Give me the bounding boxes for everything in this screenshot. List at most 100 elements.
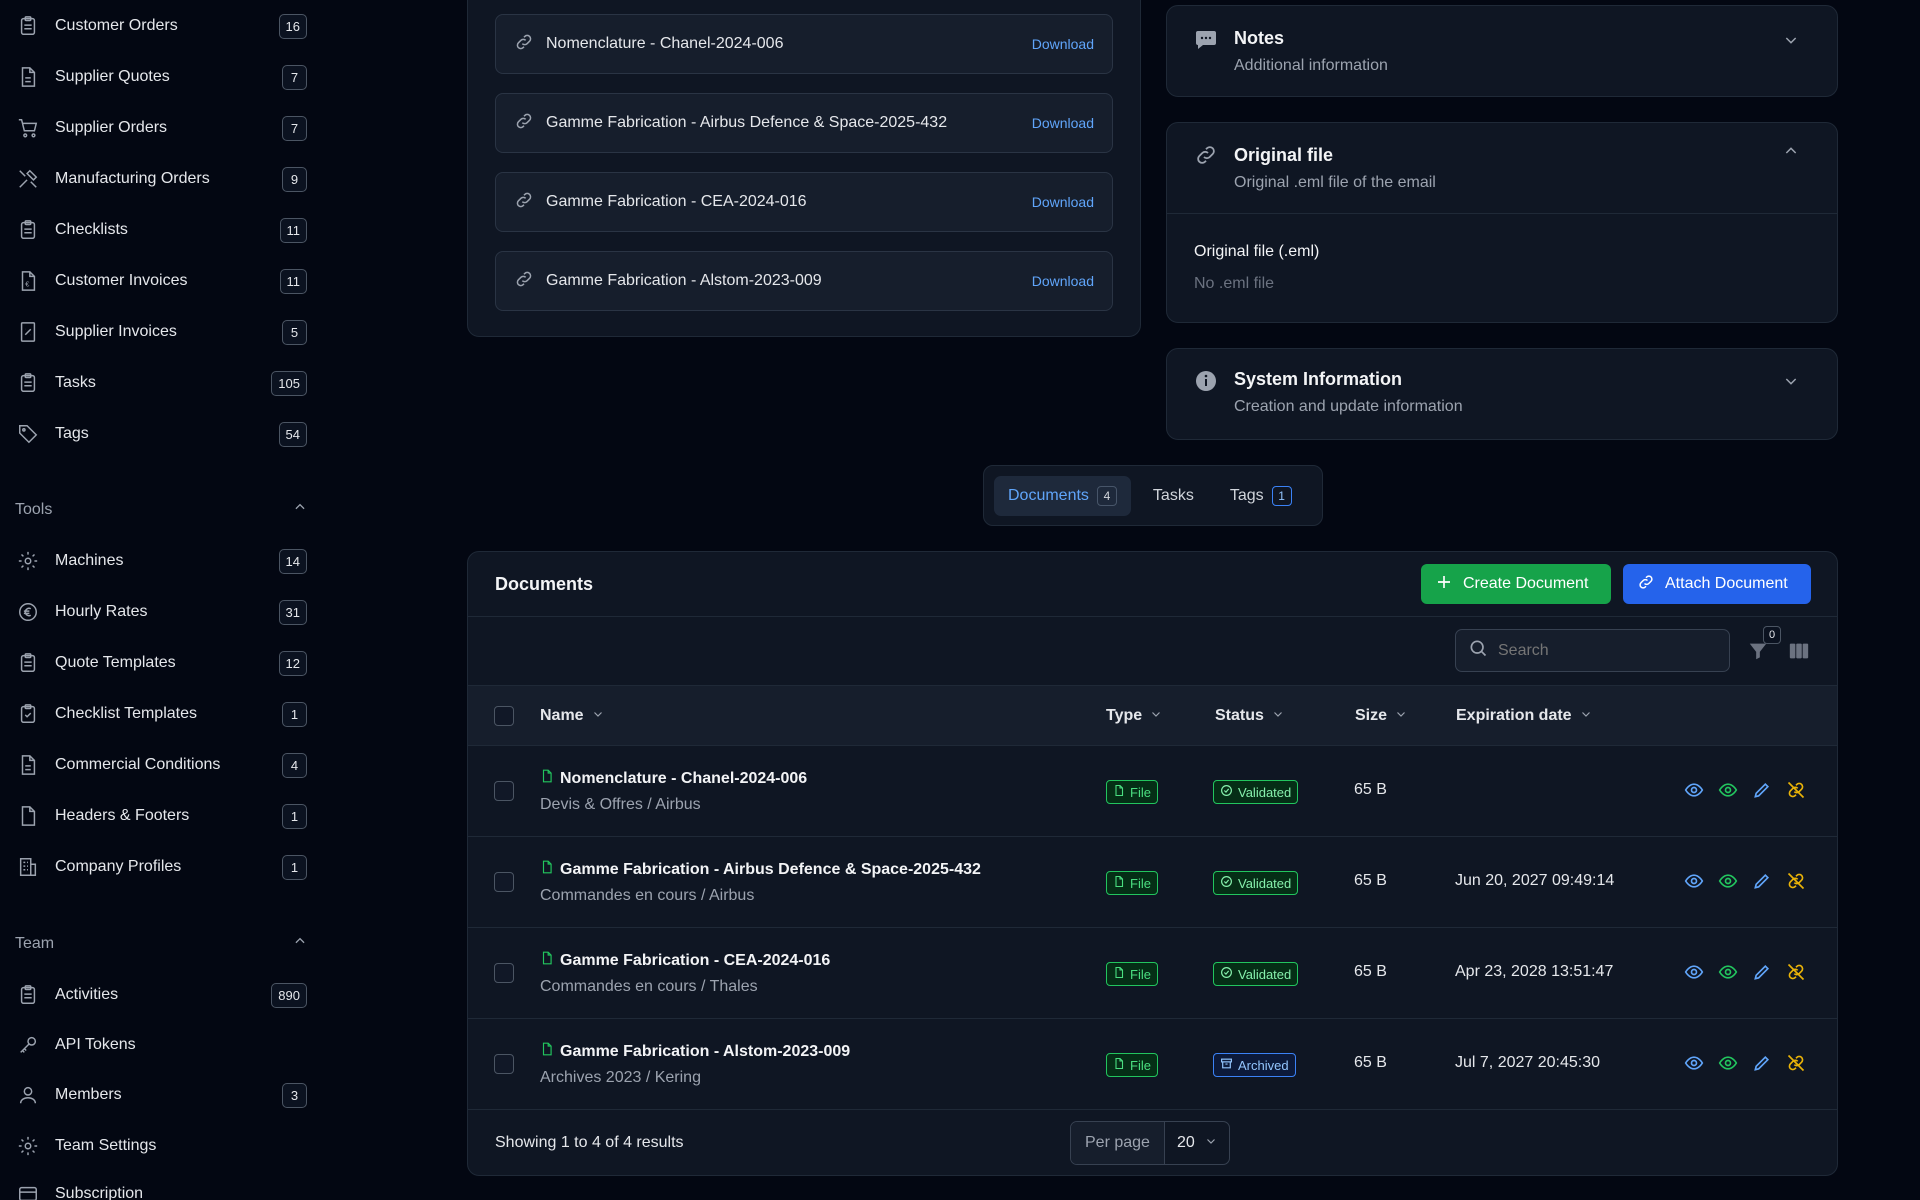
search-box[interactable] — [1455, 629, 1730, 672]
sidebar-item-activities[interactable]: Activities 890 — [15, 978, 307, 1012]
table-row[interactable]: Gamme Fabrication - CEA-2024-016 Command… — [468, 927, 1837, 1018]
select-all-checkbox[interactable] — [494, 706, 514, 726]
edit-icon[interactable] — [1752, 1053, 1772, 1078]
chevron-down-icon[interactable] — [1783, 373, 1799, 394]
sidebar-item-team-settings[interactable]: Team Settings — [15, 1129, 307, 1163]
sidebar-item-label: Machines — [55, 552, 124, 569]
user-icon — [15, 1082, 41, 1108]
tab-tasks[interactable]: Tasks — [1139, 476, 1208, 516]
view-icon[interactable] — [1684, 1053, 1704, 1078]
create-document-button[interactable]: Create Document — [1421, 564, 1611, 604]
view-icon[interactable] — [1684, 962, 1704, 987]
row-checkbox[interactable] — [494, 963, 514, 983]
file-icon — [1113, 1057, 1125, 1073]
status-badge: Validated — [1213, 780, 1299, 804]
column-header-expiration[interactable]: Expiration date — [1456, 686, 1592, 746]
sidebar-item-customer-orders[interactable]: Customer Orders 16 — [15, 9, 307, 43]
download-link[interactable]: Download — [1032, 194, 1094, 210]
sidebar-item-machines[interactable]: Machines 14 — [15, 544, 307, 578]
edit-icon[interactable] — [1752, 962, 1772, 987]
unlink-icon[interactable] — [1786, 780, 1806, 805]
sidebar-item-members[interactable]: Members 3 — [15, 1078, 307, 1112]
columns-button[interactable] — [1788, 640, 1810, 667]
archive-icon — [1220, 1057, 1233, 1073]
document-name-link[interactable]: Gamme Fabrication - Alstom-2023-009 — [540, 1041, 850, 1062]
sidebar-item-supplier-quotes[interactable]: Supplier Quotes 7 — [15, 60, 307, 94]
attachment-name: Gamme Fabrication - CEA-2024-016 — [546, 193, 807, 210]
document-name-link[interactable]: Gamme Fabrication - CEA-2024-016 — [540, 950, 830, 971]
paperclip-icon — [514, 32, 534, 57]
sidebar-item-commercial-conditions[interactable]: Commercial Conditions 4 — [15, 748, 307, 782]
tools-group-header[interactable]: Tools — [15, 500, 307, 519]
column-header-name[interactable]: Name — [540, 686, 604, 746]
view-icon[interactable] — [1684, 871, 1704, 896]
sidebar-item-label: Commercial Conditions — [55, 756, 221, 773]
edit-icon[interactable] — [1752, 871, 1772, 896]
sidebar-item-label: Tags — [55, 425, 89, 442]
view-icon[interactable] — [1684, 780, 1704, 805]
download-link[interactable]: Download — [1032, 273, 1094, 289]
row-checkbox[interactable] — [494, 872, 514, 892]
column-header-label: Type — [1106, 707, 1143, 724]
count-badge: 9 — [282, 166, 307, 192]
preview-icon[interactable] — [1718, 871, 1738, 896]
per-page-select[interactable]: 20 — [1165, 1134, 1229, 1152]
sidebar-item-checklist-templates[interactable]: Checklist Templates 1 — [15, 697, 307, 731]
sidebar-item-quote-templates[interactable]: Quote Templates 12 — [15, 646, 307, 680]
tab-tags[interactable]: Tags 1 — [1216, 476, 1306, 516]
sidebar-item-label: Supplier Quotes — [55, 68, 170, 85]
create-document-label: Create Document — [1463, 575, 1589, 592]
sidebar-item-customer-invoices[interactable]: € Customer Invoices 11 — [15, 264, 307, 298]
sidebar-item-company-profiles[interactable]: Company Profiles 1 — [15, 850, 307, 884]
sidebar-item-manufacturing-orders[interactable]: Manufacturing Orders 9 — [15, 162, 307, 196]
system-info-card[interactable]: System Information Creation and update i… — [1166, 348, 1838, 440]
sidebar-item-hourly-rates[interactable]: Hourly Rates 31 — [15, 595, 307, 629]
edit-icon[interactable] — [1752, 780, 1772, 805]
system-info-title: System Information — [1234, 369, 1403, 389]
sidebar-item-tags[interactable]: Tags 54 — [15, 417, 307, 451]
column-header-type[interactable]: Type — [1106, 686, 1162, 746]
table-row[interactable]: Gamme Fabrication - Airbus Defence & Spa… — [468, 836, 1837, 927]
unlink-icon[interactable] — [1786, 962, 1806, 987]
notes-title: Notes — [1234, 28, 1285, 48]
tab-documents[interactable]: Documents 4 — [994, 475, 1131, 516]
row-checkbox[interactable] — [494, 1054, 514, 1074]
preview-icon[interactable] — [1718, 780, 1738, 805]
building-icon — [15, 854, 41, 880]
unlink-icon[interactable] — [1786, 871, 1806, 896]
sidebar-item-supplier-orders[interactable]: Supplier Orders 7 — [15, 111, 307, 145]
preview-icon[interactable] — [1718, 962, 1738, 987]
document-name-link[interactable]: Gamme Fabrication - Airbus Defence & Spa… — [540, 859, 981, 880]
table-row[interactable]: Gamme Fabrication - Alstom-2023-009 Arch… — [468, 1018, 1837, 1109]
sidebar-item-tasks[interactable]: Tasks 105 — [15, 366, 307, 400]
column-header-status[interactable]: Status — [1215, 686, 1284, 746]
sidebar-item-headers-footers[interactable]: Headers & Footers 1 — [15, 799, 307, 833]
sidebar-item-checklists[interactable]: Checklists 11 — [15, 213, 307, 247]
svg-text:€: € — [25, 280, 29, 289]
document-name-link[interactable]: Nomenclature - Chanel-2024-006 — [540, 768, 807, 789]
notes-card[interactable]: Notes Additional information — [1166, 5, 1838, 97]
count-badge: 5 — [282, 319, 307, 345]
type-label: File — [1130, 966, 1151, 982]
chevron-down-icon[interactable] — [1783, 32, 1799, 53]
column-header-size[interactable]: Size — [1355, 686, 1407, 746]
download-link[interactable]: Download — [1032, 36, 1094, 52]
count-badge: 12 — [278, 650, 307, 676]
preview-icon[interactable] — [1718, 1053, 1738, 1078]
search-input[interactable] — [1498, 641, 1698, 660]
unlink-icon[interactable] — [1786, 1053, 1806, 1078]
filter-button[interactable]: 0 — [1747, 626, 1781, 667]
clipboard-icon — [15, 650, 41, 676]
document-icon — [15, 752, 41, 778]
sidebar-item-supplier-invoices[interactable]: Supplier Invoices 5 — [15, 315, 307, 349]
download-link[interactable]: Download — [1032, 115, 1094, 131]
divider — [1167, 213, 1837, 214]
sidebar-item-subscription[interactable]: Subscription — [15, 1177, 307, 1200]
team-group-header[interactable]: Team — [15, 934, 307, 953]
sidebar-item-api-tokens[interactable]: API Tokens — [15, 1028, 307, 1062]
table-row[interactable]: Nomenclature - Chanel-2024-006 Devis & O… — [468, 745, 1837, 836]
row-checkbox[interactable] — [494, 781, 514, 801]
chevron-up-icon[interactable] — [1783, 143, 1799, 164]
attach-document-button[interactable]: Attach Document — [1623, 564, 1811, 604]
type-badge: File — [1106, 1053, 1158, 1077]
